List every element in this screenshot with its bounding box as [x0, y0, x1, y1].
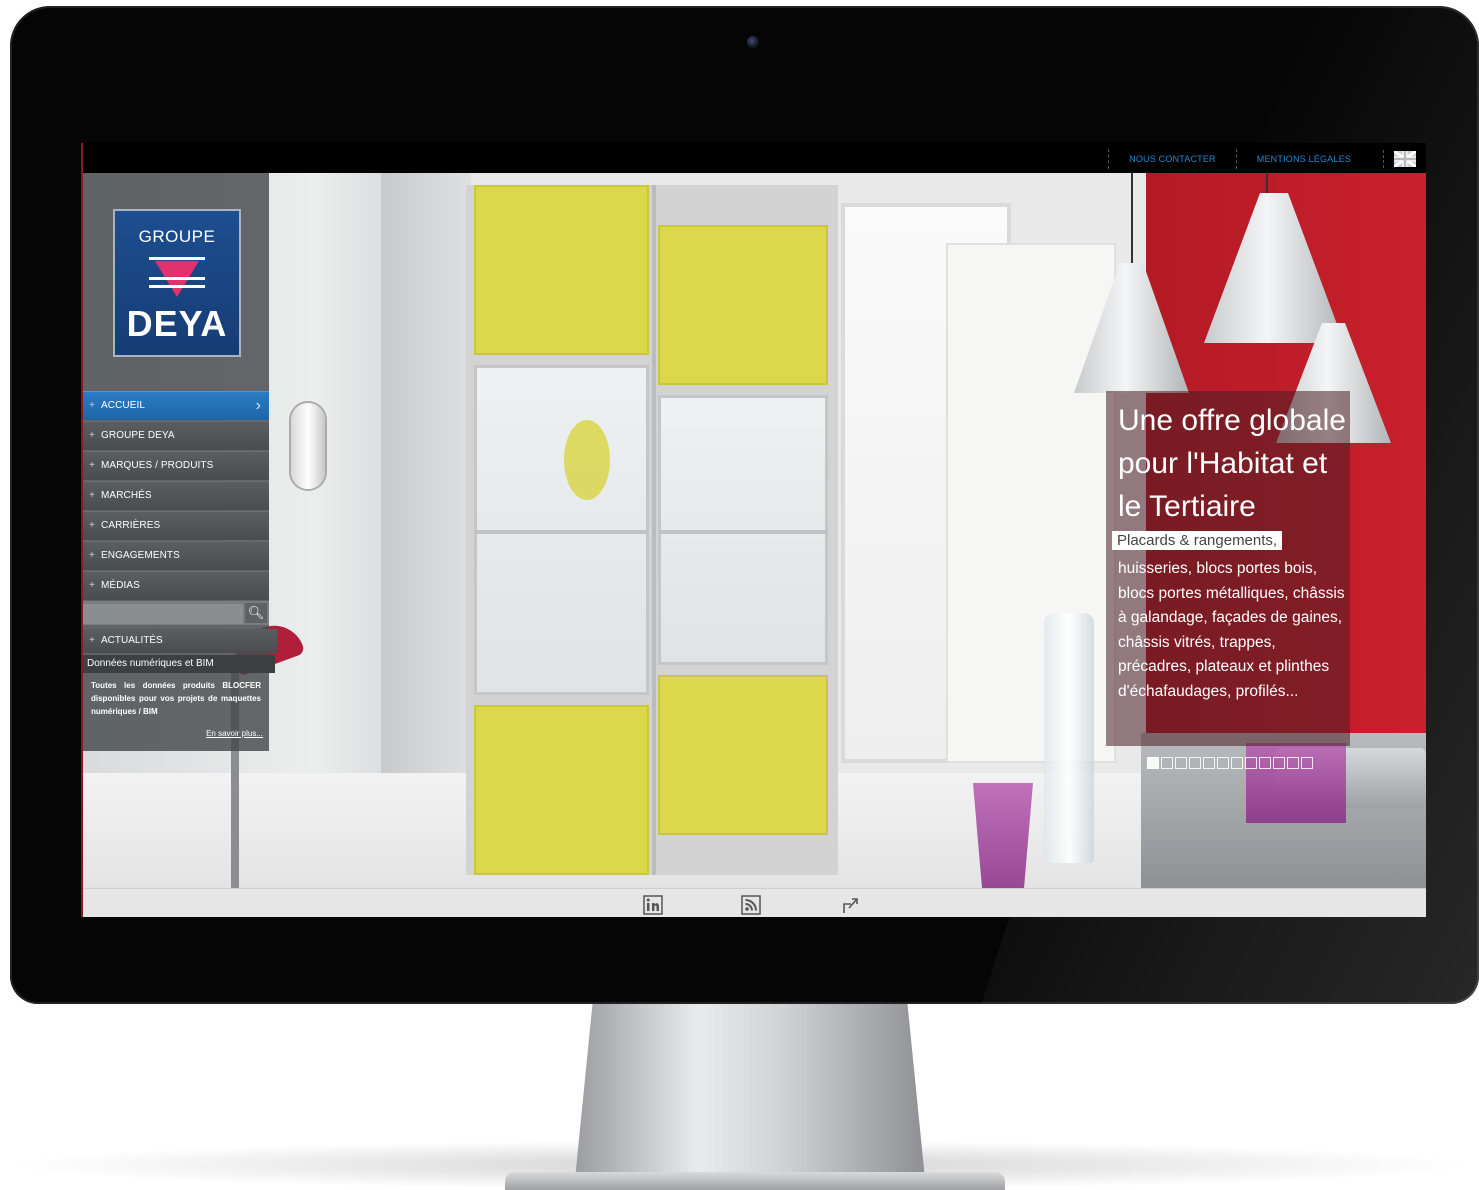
slide-dot[interactable]	[1231, 757, 1243, 769]
slide-dot[interactable]	[1147, 757, 1159, 769]
hero-highlight[interactable]: Placards & rangements,	[1112, 531, 1283, 550]
slide-dot[interactable]	[1161, 757, 1173, 769]
website-screen: NOUS CONTACTER MENTIONS LÉGALES GROUPE D…	[81, 143, 1426, 917]
plus-icon: +	[89, 490, 95, 501]
slide-dot[interactable]	[1259, 757, 1271, 769]
hero-title: Une offre globale pour l'Habitat et le T…	[1118, 404, 1346, 523]
news-body: Toutes les données produits BLOCFER disp…	[91, 681, 261, 716]
scene-glass	[1246, 743, 1346, 823]
scene-bottle	[1044, 613, 1094, 863]
slide-dot[interactable]	[1273, 757, 1285, 769]
search-bar: 🔍︎	[81, 601, 269, 625]
footer	[81, 888, 1426, 917]
lamp-cord	[1266, 173, 1268, 193]
menu-item-carrieres[interactable]: + CARRIÈRES	[81, 511, 269, 540]
hero-caption: Une offre globale pour l'Habitat et le T…	[1106, 391, 1350, 746]
plus-icon: +	[89, 430, 95, 441]
search-icon[interactable]: 🔍︎	[245, 603, 267, 623]
plus-icon: +	[89, 520, 95, 531]
monitor-stand	[575, 1004, 925, 1179]
chevron-right-icon: ›	[255, 397, 261, 414]
scene-wall-lamp	[291, 403, 325, 489]
menu-item-engagements[interactable]: + ENGAGEMENTS	[81, 541, 269, 570]
monitor-base	[505, 1172, 1005, 1190]
wardrobe-door-panel	[474, 185, 649, 355]
wardrobe-shelf	[474, 530, 649, 534]
slide-dot[interactable]	[1203, 757, 1215, 769]
rss-icon[interactable]	[741, 895, 761, 915]
main-menu: + ACCUEIL › + GROUPE DEYA + MARQUES / PRODU…	[81, 391, 269, 601]
wardrobe-door-panel	[658, 225, 828, 385]
wardrobe-door-panel	[474, 705, 649, 875]
lamp-cord	[1131, 173, 1133, 263]
plus-icon: +	[89, 550, 95, 561]
sidebar: GROUPE DEYA + ACCUEIL › + GROUPE DEYA + MAR…	[81, 173, 277, 751]
slide-dot[interactable]	[1287, 757, 1299, 769]
scene-glass	[973, 783, 1033, 888]
menu-item-marques-produits[interactable]: + MARQUES / PRODUITS	[81, 451, 269, 480]
slide-dot[interactable]	[1301, 757, 1313, 769]
uk-flag-icon	[1394, 151, 1416, 167]
menu-item-groupe-deya[interactable]: + GROUPE DEYA	[81, 421, 269, 450]
wardrobe-shelf	[658, 530, 828, 534]
menu-item-marches[interactable]: + MARCHÉS	[81, 481, 269, 510]
search-input[interactable]	[83, 604, 243, 624]
news-read-more-link[interactable]: En savoir plus...	[206, 729, 263, 738]
news-heading[interactable]: + ACTUALITÉS	[81, 629, 277, 653]
language-switch[interactable]	[1383, 150, 1416, 168]
menu-item-medias[interactable]: + MÉDIAS	[81, 571, 269, 600]
logo-triangle-icon	[149, 257, 205, 297]
plus-icon: +	[89, 400, 95, 411]
top-links: NOUS CONTACTER MENTIONS LÉGALES	[1108, 147, 1416, 171]
slide-dot[interactable]	[1189, 757, 1201, 769]
wardrobe-rail	[652, 185, 656, 875]
wardrobe-door-panel	[658, 675, 828, 835]
groupe-deya-logo[interactable]: GROUPE DEYA	[113, 209, 241, 357]
slide-pager	[1147, 757, 1313, 769]
top-bar: NOUS CONTACTER MENTIONS LÉGALES	[81, 143, 1426, 173]
news-subheading[interactable]: Données numériques et BIM	[81, 655, 275, 673]
slide-dot[interactable]	[1245, 757, 1257, 769]
camera-icon	[747, 36, 759, 48]
linkedin-icon[interactable]	[643, 895, 663, 915]
slide-dot[interactable]	[1175, 757, 1187, 769]
plus-icon: +	[89, 635, 95, 646]
menu-item-accueil[interactable]: + ACCUEIL ›	[81, 391, 269, 420]
scene-wardrobe	[466, 185, 838, 875]
plus-icon: +	[89, 580, 95, 591]
legal-link[interactable]: MENTIONS LÉGALES	[1235, 149, 1371, 169]
hero-body: huisseries, blocs portes bois, blocs por…	[1118, 560, 1345, 700]
slide-dot[interactable]	[1217, 757, 1229, 769]
share-icon[interactable]	[841, 895, 861, 915]
decor-plate	[564, 420, 610, 500]
contact-link[interactable]: NOUS CONTACTER	[1108, 149, 1236, 169]
plus-icon: +	[89, 460, 95, 471]
screen-edge	[81, 143, 83, 917]
